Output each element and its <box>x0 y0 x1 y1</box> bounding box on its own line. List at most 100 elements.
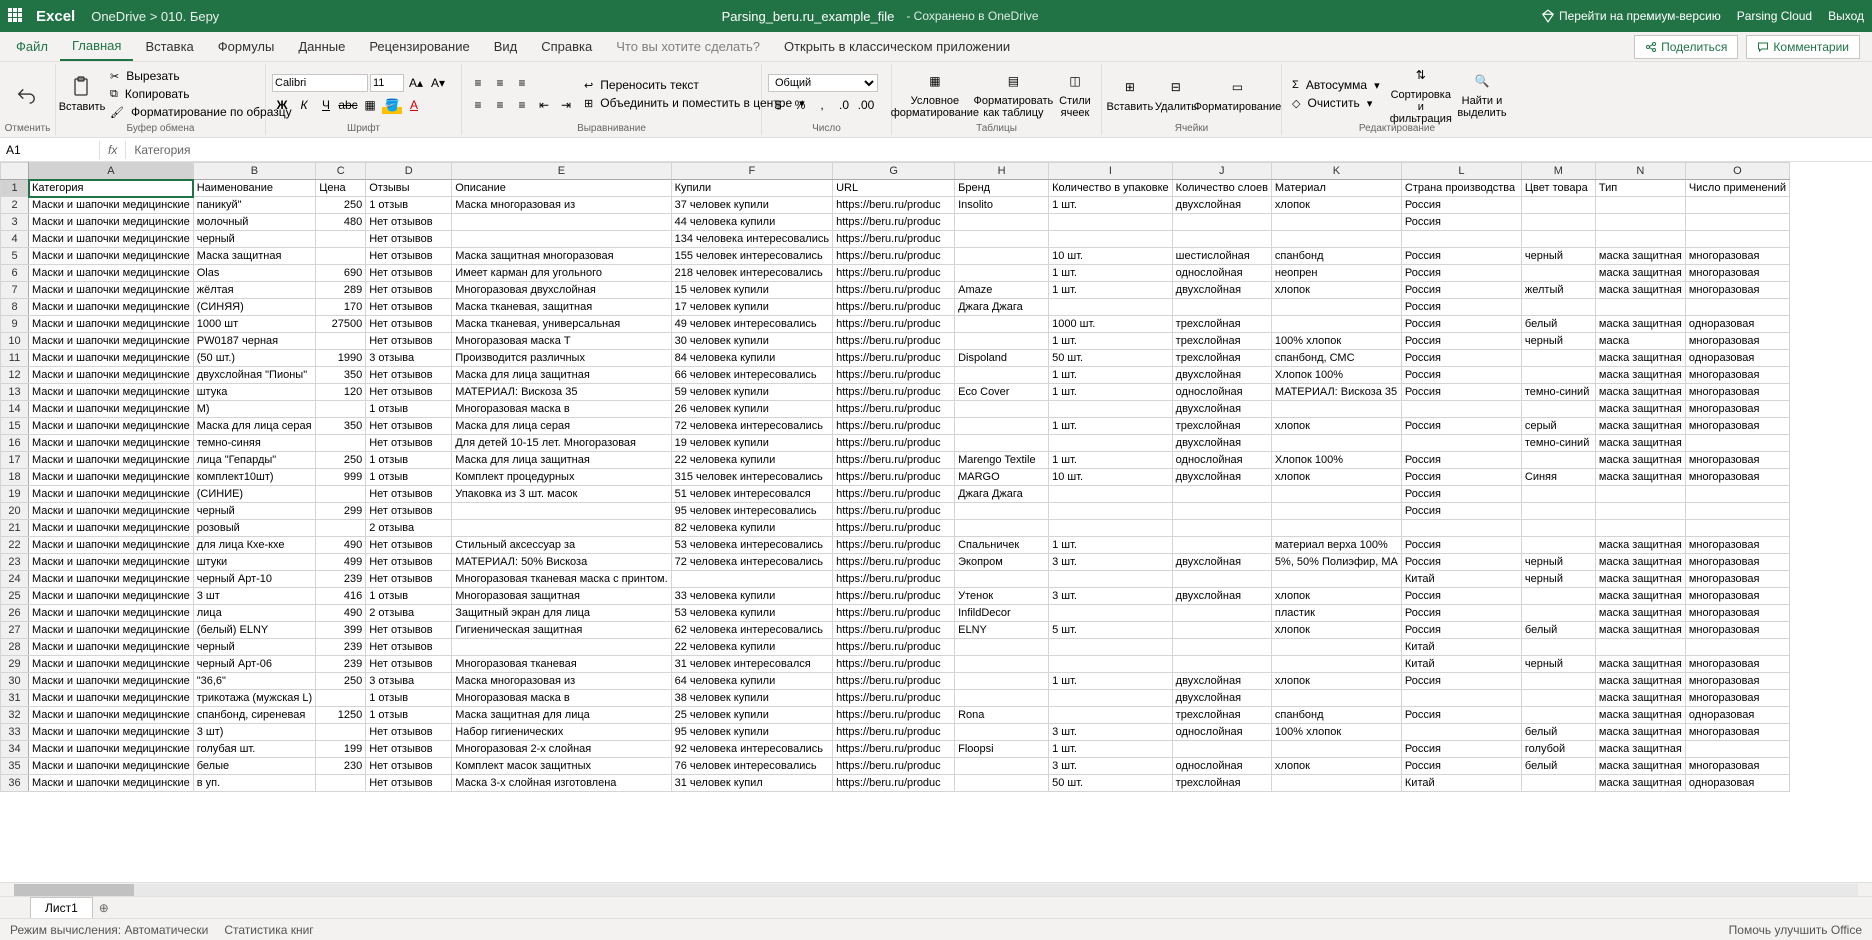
cell[interactable] <box>1595 639 1685 656</box>
cell[interactable]: двухслойная <box>1172 588 1271 605</box>
cell[interactable]: голубая шт. <box>193 741 315 758</box>
cell[interactable]: 3 шт. <box>1049 724 1173 741</box>
cell[interactable]: Маски и шапочки медицинские <box>29 350 194 367</box>
cell[interactable]: Россия <box>1401 588 1521 605</box>
cell[interactable]: голубой <box>1521 741 1595 758</box>
cell[interactable]: многоразовая <box>1685 452 1789 469</box>
user-name[interactable]: Parsing Cloud <box>1737 9 1812 23</box>
cell[interactable]: Китай <box>1401 639 1521 656</box>
cell[interactable] <box>1172 741 1271 758</box>
cell[interactable]: Маски и шапочки медицинские <box>29 418 194 435</box>
cell[interactable]: https://beru.ru/produc <box>833 418 955 435</box>
cell[interactable]: Набор гигиенических <box>452 724 671 741</box>
cell[interactable]: черный <box>1521 248 1595 265</box>
cell[interactable]: https://beru.ru/produc <box>833 554 955 571</box>
cell[interactable] <box>1595 299 1685 316</box>
cell[interactable]: темно-синяя <box>193 435 315 452</box>
cell[interactable]: Количество в упаковке <box>1049 180 1173 197</box>
cell[interactable]: молочный <box>193 214 315 231</box>
cell[interactable]: белые <box>193 758 315 775</box>
cell[interactable]: Маски и шапочки медицинские <box>29 520 194 537</box>
cell[interactable] <box>1271 520 1401 537</box>
cell[interactable] <box>955 690 1049 707</box>
align-top-icon[interactable]: ≡ <box>468 74 488 92</box>
cell[interactable] <box>1521 707 1595 724</box>
cell[interactable]: Многоразовая тканевая маска с принтом. <box>452 571 671 588</box>
cell[interactable]: Россия <box>1401 333 1521 350</box>
italic-icon[interactable]: К <box>294 96 314 114</box>
cell[interactable]: Маски и шапочки медицинские <box>29 367 194 384</box>
cell[interactable]: маска защитная <box>1595 469 1685 486</box>
cell[interactable]: Россия <box>1401 265 1521 282</box>
cell[interactable]: (белый) ELNY <box>193 622 315 639</box>
cell[interactable] <box>1685 741 1789 758</box>
cell[interactable]: 19 человек купили <box>671 435 832 452</box>
cell[interactable]: одноразовая <box>1685 316 1789 333</box>
cell[interactable]: черный <box>1521 656 1595 673</box>
cell[interactable]: 3 шт. <box>1049 554 1173 571</box>
cell[interactable]: Маски и шапочки медицинские <box>29 673 194 690</box>
cell[interactable] <box>1595 231 1685 248</box>
comma-icon[interactable]: , <box>812 96 832 114</box>
cell[interactable]: Нет отзывов <box>366 537 452 554</box>
strike-icon[interactable]: abc <box>338 96 358 114</box>
conditional-format-button[interactable]: ▦Условное форматирование <box>898 65 972 123</box>
cell[interactable]: черный <box>193 639 315 656</box>
cell[interactable] <box>1049 486 1173 503</box>
cell[interactable]: 76 человек интересовались <box>671 758 832 775</box>
cell[interactable]: https://beru.ru/produc <box>833 486 955 503</box>
cell[interactable]: 100% хлопок <box>1271 724 1401 741</box>
cell[interactable]: трехслойная <box>1172 775 1271 792</box>
cell[interactable]: Маска защитная многоразовая <box>452 248 671 265</box>
cell[interactable]: маска защитная <box>1595 673 1685 690</box>
cell[interactable]: маска защитная <box>1595 248 1685 265</box>
font-size-combo[interactable] <box>370 74 404 92</box>
cell[interactable]: Нет отзывов <box>366 384 452 401</box>
cell[interactable]: двухслойная <box>1172 690 1271 707</box>
cell[interactable]: трехслойная <box>1172 333 1271 350</box>
cell[interactable]: 1 шт. <box>1049 367 1173 384</box>
cell[interactable]: хлопок <box>1271 282 1401 299</box>
cell[interactable]: черный Арт-06 <box>193 656 315 673</box>
cell[interactable] <box>1685 299 1789 316</box>
row-header[interactable]: 34 <box>1 741 29 758</box>
cell[interactable]: Россия <box>1401 384 1521 401</box>
cell[interactable]: 62 человека интересовались <box>671 622 832 639</box>
cell[interactable]: 170 <box>316 299 366 316</box>
cell[interactable]: Джага Джага <box>955 486 1049 503</box>
row-header[interactable]: 22 <box>1 537 29 554</box>
cell[interactable]: Нет отзывов <box>366 741 452 758</box>
cell[interactable]: однослойная <box>1172 758 1271 775</box>
cell[interactable]: многоразовая <box>1685 690 1789 707</box>
cell[interactable]: МАТЕРИАЛ: Вискоза 35 <box>452 384 671 401</box>
cell[interactable] <box>316 248 366 265</box>
cell[interactable]: 120 <box>316 384 366 401</box>
row-header[interactable]: 23 <box>1 554 29 571</box>
cell[interactable]: 25 человек купили <box>671 707 832 724</box>
cell[interactable] <box>955 316 1049 333</box>
cell[interactable]: маска защитная <box>1595 367 1685 384</box>
cell[interactable]: Тип <box>1595 180 1685 197</box>
cell[interactable]: 350 <box>316 418 366 435</box>
percent-icon[interactable]: % <box>790 96 810 114</box>
cell[interactable]: 1250 <box>316 707 366 724</box>
cell[interactable] <box>955 571 1049 588</box>
currency-icon[interactable]: $ <box>768 96 788 114</box>
cell[interactable]: в уп. <box>193 775 315 792</box>
tab-help[interactable]: Справка <box>529 33 604 60</box>
cell[interactable]: Маски и шапочки медицинские <box>29 503 194 520</box>
cell[interactable]: 289 <box>316 282 366 299</box>
breadcrumb[interactable]: OneDrive > 010. Беру <box>91 9 219 24</box>
cell[interactable]: Нет отзывов <box>366 435 452 452</box>
cell[interactable]: 250 <box>316 197 366 214</box>
align-bottom-icon[interactable]: ≡ <box>512 74 532 92</box>
cell[interactable] <box>1685 639 1789 656</box>
cell[interactable]: Маски и шапочки медицинские <box>29 571 194 588</box>
row-header[interactable]: 35 <box>1 758 29 775</box>
cell[interactable] <box>1521 299 1595 316</box>
cell[interactable]: 10 шт. <box>1049 248 1173 265</box>
increase-font-icon[interactable]: A▴ <box>406 74 426 92</box>
cell[interactable]: лица <box>193 605 315 622</box>
col-header[interactable]: E <box>452 163 671 180</box>
cell[interactable]: Маски и шапочки медицинские <box>29 707 194 724</box>
